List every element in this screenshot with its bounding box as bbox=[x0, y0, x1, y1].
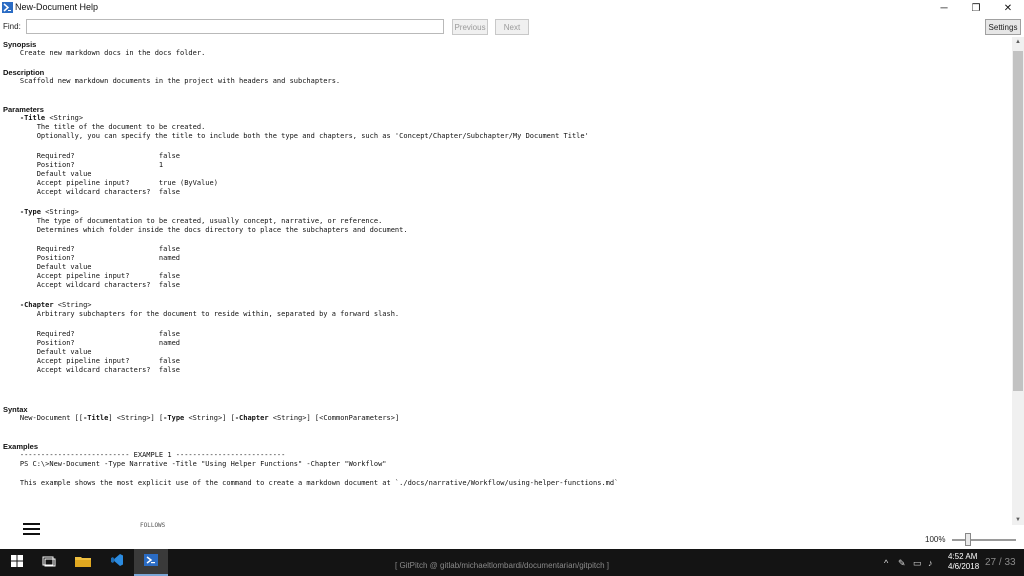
maximize-icon: ❐ bbox=[971, 2, 981, 14]
param-type-prop: Default value bbox=[3, 263, 92, 271]
param-title-line: -Title <String> bbox=[3, 114, 83, 123]
zoom-label: 100% bbox=[925, 535, 946, 544]
syntax-part: <String>] [<CommonParameters>] bbox=[268, 414, 400, 422]
syntax-heading: Syntax bbox=[3, 405, 28, 414]
example-banner: -------------------------- EXAMPLE 1 ---… bbox=[3, 451, 286, 459]
description-text: Scaffold new markdown documents in the p… bbox=[3, 77, 341, 85]
param-type-line: -Type <String> bbox=[3, 208, 79, 217]
scroll-down-icon[interactable]: ▼ bbox=[1012, 515, 1024, 525]
vscode-button[interactable] bbox=[100, 549, 134, 576]
param-chapter-type: <String> bbox=[53, 301, 92, 309]
param-title-prop: Accept pipeline input? true (ByValue) bbox=[3, 179, 218, 187]
powershell-icon bbox=[144, 553, 158, 571]
param-chapter-prop: Position? named bbox=[3, 339, 181, 347]
param-type-prop: Required? false bbox=[3, 245, 181, 253]
close-button[interactable]: ✕ bbox=[992, 0, 1024, 16]
windows-logo-icon bbox=[11, 554, 23, 572]
param-chapter-prop: Required? false bbox=[3, 330, 181, 338]
window-title: New-Document Help bbox=[15, 2, 99, 12]
file-explorer-button[interactable] bbox=[66, 549, 100, 576]
find-label: Find: bbox=[3, 22, 21, 31]
vscode-icon bbox=[110, 553, 124, 572]
minimize-icon: ─ bbox=[940, 2, 948, 14]
scroll-thumb[interactable] bbox=[1013, 51, 1023, 391]
start-button[interactable] bbox=[0, 549, 34, 576]
clock[interactable]: 4:52 AM 4/6/2018 bbox=[948, 552, 979, 572]
clock-time: 4:52 AM bbox=[948, 552, 978, 561]
syntax-param-chapter: -Chapter bbox=[234, 414, 269, 422]
param-type-desc: Determines which folder inside the docs … bbox=[3, 226, 408, 234]
partial-text: FOLLOWS bbox=[140, 522, 166, 529]
syntax-param-type: -Type bbox=[163, 414, 185, 422]
example-note: This example shows the most explicit use… bbox=[3, 479, 619, 487]
param-chapter-line: -Chapter <String> bbox=[3, 301, 92, 310]
param-type-prop: Position? named bbox=[3, 254, 181, 262]
parameters-heading: Parameters bbox=[3, 105, 44, 114]
examples-heading: Examples bbox=[3, 442, 39, 451]
param-chapter-prop: Accept pipeline input? false bbox=[3, 357, 181, 365]
param-title-prop: Accept wildcard characters? false bbox=[3, 188, 181, 196]
syntax-part: ] <String>] [ bbox=[108, 414, 164, 422]
minimize-button[interactable]: ─ bbox=[928, 0, 960, 16]
param-title-name: -Title bbox=[19, 114, 46, 122]
settings-button[interactable]: Settings bbox=[985, 19, 1021, 35]
previous-button[interactable]: Previous bbox=[452, 19, 488, 35]
find-bar: Find: Previous Next Settings bbox=[0, 17, 1024, 37]
param-title-desc: Optionally, you can specify the title to… bbox=[3, 132, 589, 140]
param-type-name: -Type bbox=[19, 208, 41, 216]
presentation-caption: [ GitPitch @ gitlab/michaeltlombardi/doc… bbox=[395, 561, 609, 570]
synopsis-text: Create new markdown docs in the docs fol… bbox=[3, 49, 206, 57]
param-title-type: <String> bbox=[45, 114, 84, 122]
synopsis-heading: Synopsis bbox=[3, 40, 37, 49]
network-icon[interactable]: ▭ bbox=[913, 558, 922, 569]
help-content: Synopsis Create new markdown docs in the… bbox=[0, 37, 1012, 525]
folder-icon bbox=[75, 554, 91, 572]
example-command: PS C:\>New-Document -Type Narrative -Tit… bbox=[3, 460, 387, 468]
syntax-part: <String>] [ bbox=[184, 414, 235, 422]
scroll-up-icon[interactable]: ▲ bbox=[1012, 37, 1024, 47]
maximize-button[interactable]: ❐ bbox=[960, 0, 992, 16]
slide-number: 27 / 33 bbox=[985, 557, 1016, 568]
powershell-icon bbox=[2, 2, 13, 13]
param-title-desc: The title of the document to be created. bbox=[3, 123, 206, 131]
vertical-scrollbar[interactable]: ▲ ▼ bbox=[1012, 37, 1024, 525]
param-chapter-name: -Chapter bbox=[19, 301, 54, 309]
clock-date: 4/6/2018 bbox=[948, 562, 980, 571]
zoom-slider-thumb[interactable] bbox=[965, 533, 971, 546]
find-input[interactable] bbox=[26, 19, 444, 34]
syntax-part: New-Document [[ bbox=[3, 414, 84, 422]
param-chapter-prop: Default value bbox=[3, 348, 92, 356]
chevron-up-icon[interactable]: ^ bbox=[884, 558, 888, 568]
param-title-prop: Default value bbox=[3, 170, 92, 178]
param-title-prop: Required? false bbox=[3, 152, 181, 160]
pen-icon[interactable]: ✎ bbox=[898, 558, 906, 569]
taskbar: [ GitPitch @ gitlab/michaeltlombardi/doc… bbox=[0, 549, 1024, 576]
task-view-button[interactable] bbox=[32, 549, 66, 576]
syntax-param-title: -Title bbox=[83, 414, 109, 422]
param-type-prop: Accept wildcard characters? false bbox=[3, 281, 181, 289]
close-icon: ✕ bbox=[1003, 2, 1013, 14]
menu-icon[interactable] bbox=[23, 523, 40, 538]
next-button[interactable]: Next bbox=[495, 19, 529, 35]
param-type-prop: Accept pipeline input? false bbox=[3, 272, 181, 280]
title-bar: New-Document Help ─ ❐ ✕ bbox=[0, 0, 1024, 17]
volume-icon[interactable]: ♪ bbox=[928, 558, 933, 568]
description-heading: Description bbox=[3, 68, 45, 77]
powershell-taskbar-button[interactable] bbox=[134, 549, 168, 576]
param-type-desc: The type of documentation to be created,… bbox=[3, 217, 383, 225]
param-title-prop: Position? 1 bbox=[3, 161, 164, 169]
param-type-type: <String> bbox=[40, 208, 79, 216]
task-view-icon bbox=[42, 554, 56, 572]
param-chapter-desc: Arbitrary subchapters for the document t… bbox=[3, 310, 400, 318]
zoom-slider[interactable] bbox=[952, 539, 1016, 541]
param-chapter-prop: Accept wildcard characters? false bbox=[3, 366, 181, 374]
syntax-text: New-Document [[-Title] <String>] [-Type … bbox=[3, 414, 399, 423]
